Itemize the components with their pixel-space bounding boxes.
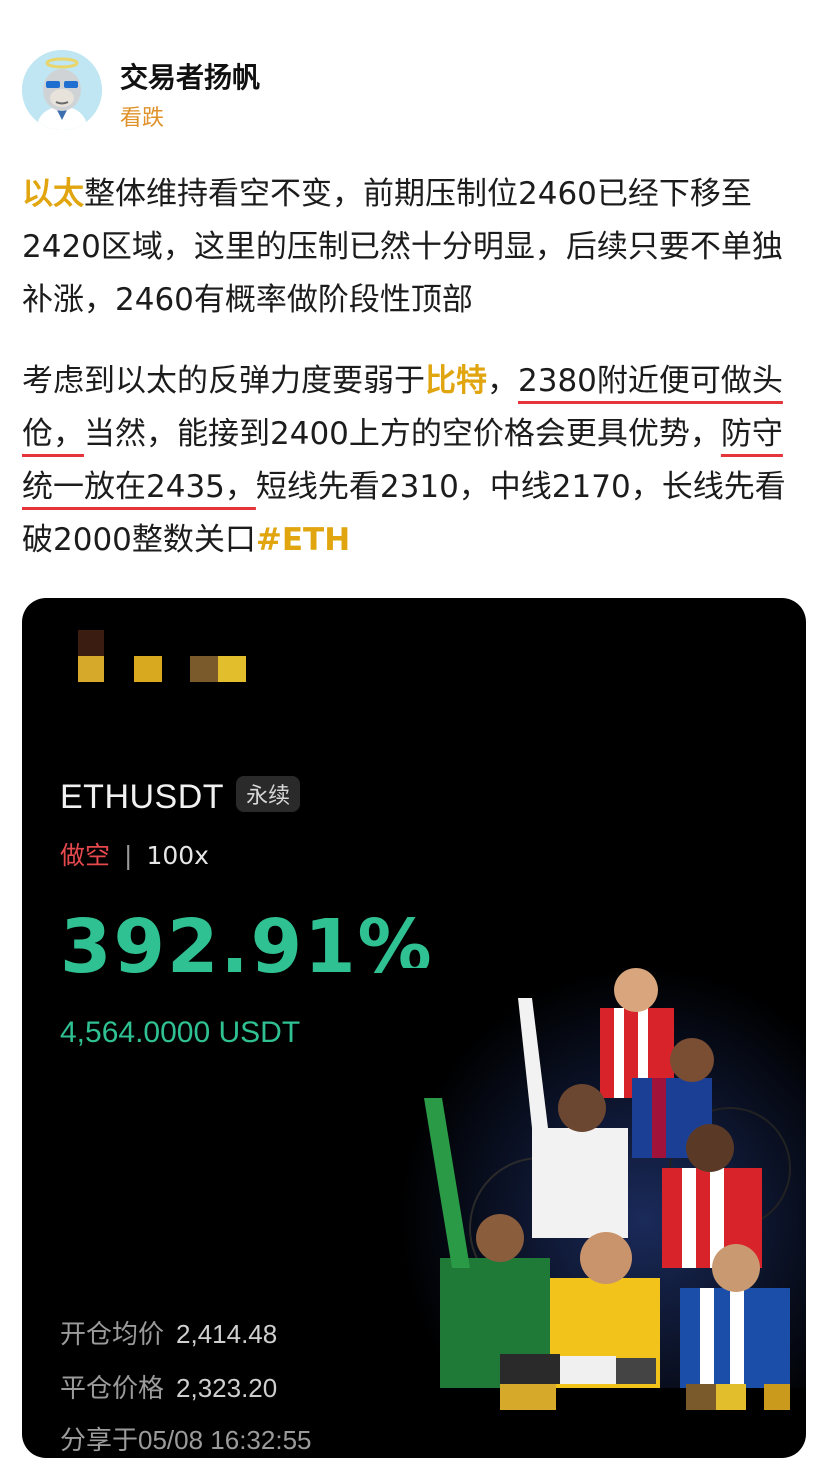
open-price-row: 开仓均价 2,414.48 (60, 1314, 277, 1351)
close-price-label: 平仓价格 (60, 1373, 165, 1403)
pnl-value: 4,564.0000 USDT (60, 1016, 301, 1049)
avatar[interactable] (22, 50, 102, 130)
close-price-row: 平仓价格 2,323.20 (60, 1368, 277, 1405)
post-header: 交易者扬帆 看跌 (22, 50, 802, 134)
close-price-value: 2,323.20 (176, 1373, 278, 1403)
open-price-label: 开仓均价 (60, 1319, 165, 1349)
tag-eth[interactable]: 以太 (22, 176, 84, 212)
trading-pair: ETHUSDT (60, 778, 225, 816)
ape-avatar-icon (22, 50, 102, 130)
paragraph-text: ， (487, 363, 518, 399)
author-name[interactable]: 交易者扬帆 (120, 56, 260, 96)
hashtag-eth[interactable]: #ETH (256, 522, 350, 558)
trade-share-card[interactable]: ETHUSDT 永续 做空 | 100x 392.91% 4,564.0000 USD… (22, 598, 806, 1458)
sentiment-label: 看跌 (120, 106, 165, 131)
post-body: 以太整体维持看空不变，前期压制位2460已经下移至2420区域，这里的压制已然十… (22, 168, 812, 567)
tag-btc[interactable]: 比特 (425, 363, 487, 399)
blurred-logo-icon (78, 626, 258, 686)
paragraph-text: 整体维持看空不变，前期压制位2460已经下移至2420区域，这里的压制已然十分明… (22, 176, 783, 318)
position-row: 做空 | 100x (60, 836, 209, 872)
divider: | (124, 841, 133, 870)
blurred-qr-icon (500, 1354, 800, 1410)
roi-value: 392.91% (60, 904, 434, 990)
shared-time: 分享于05/08 16:32:55 (60, 1425, 312, 1455)
football-players-image (400, 968, 806, 1388)
paragraph-text: 考虑到以太的反弹力度要弱于 (22, 363, 425, 399)
paragraph-text: 当然，能接到2400上方的空价格会更具优势， (84, 416, 721, 452)
post-paragraph-1: 以太整体维持看空不变，前期压制位2460已经下移至2420区域，这里的压制已然十… (22, 168, 812, 327)
position-side: 做空 (60, 841, 111, 870)
pair-row: ETHUSDT 永续 (60, 776, 301, 816)
contract-type-badge: 永续 (236, 776, 301, 812)
open-price-value: 2,414.48 (176, 1319, 278, 1349)
leverage: 100x (146, 841, 209, 870)
post-paragraph-2: 考虑到以太的反弹力度要弱于比特，2380附近便可做头伧，当然，能接到2400上方… (22, 355, 812, 567)
